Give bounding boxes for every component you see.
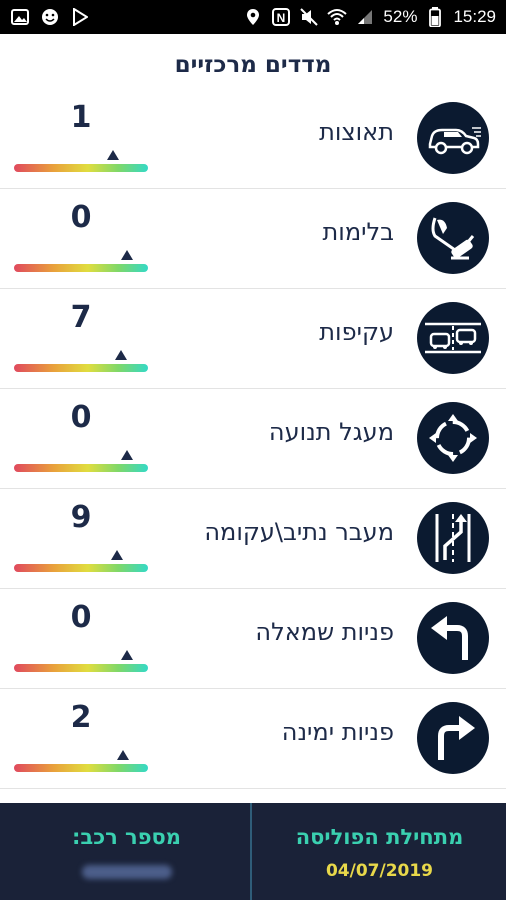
- svg-text:N: N: [277, 11, 286, 25]
- gauge-pointer: [120, 450, 133, 460]
- gauge-pointer: [116, 750, 129, 760]
- turn-right-icon: [417, 702, 489, 774]
- battery-percent: 52%: [383, 7, 418, 26]
- metric-row-lane-change[interactable]: מעבר נתיב\עקומה 9: [0, 488, 506, 589]
- signal-icon: [355, 7, 375, 27]
- metric-row-acceleration[interactable]: תאוצות 1: [0, 88, 506, 189]
- gauge-pointer: [111, 550, 124, 560]
- metric-gauge: [14, 464, 148, 472]
- metric-label: תאוצות: [319, 118, 394, 146]
- metric-value: 7: [70, 300, 92, 335]
- metric-label: מעגל תנועה: [268, 418, 394, 446]
- metric-label: בלימות: [322, 218, 395, 246]
- metric-value: 2: [70, 700, 92, 735]
- metric-value: 0: [70, 200, 92, 235]
- clock: 15:29: [453, 7, 496, 26]
- vehicle-number-value-blurred: [0, 861, 253, 884]
- metric-gauge: [14, 264, 148, 272]
- metric-value: 1: [70, 100, 92, 135]
- metric-value: 9: [70, 500, 92, 535]
- battery-icon: [425, 7, 445, 27]
- gauge-pointer: [120, 250, 133, 260]
- metric-gauge: [14, 664, 148, 672]
- metric-row-left-turns[interactable]: פניות שמאלה 0: [0, 588, 506, 689]
- overtaking-cars-icon: [417, 302, 489, 374]
- nfc-icon: N: [271, 7, 291, 27]
- metric-row-overtaking[interactable]: עקיפות 7: [0, 288, 506, 389]
- metric-gauge: [14, 364, 148, 372]
- roundabout-icon: [417, 402, 489, 474]
- smiley-icon: [40, 7, 60, 27]
- policy-start-panel: מתחילת הפוליסה 04/07/2019: [253, 803, 506, 900]
- metric-row-right-turns[interactable]: פניות ימינה 2: [0, 688, 506, 789]
- turn-left-icon: [417, 602, 489, 674]
- policy-start-label: מתחילת הפוליסה: [295, 825, 464, 849]
- gallery-icon: [10, 7, 30, 27]
- gauge-pointer: [115, 350, 128, 360]
- wifi-icon: [327, 7, 348, 27]
- metric-gauge: [14, 164, 148, 172]
- mute-icon: [299, 7, 319, 27]
- status-bar: N 52% 15:29: [0, 0, 506, 34]
- footer-divider: [250, 803, 252, 900]
- gauge-pointer: [120, 650, 133, 660]
- metric-label: פניות ימינה: [281, 718, 394, 746]
- footer-bar: מספר רכב: מתחילת הפוליסה 04/07/2019: [0, 803, 506, 900]
- metric-label: פניות שמאלה: [255, 618, 394, 646]
- location-icon: [243, 7, 263, 27]
- gauge-pointer: [107, 150, 120, 160]
- play-store-icon: [70, 7, 90, 27]
- metric-gauge: [14, 764, 148, 772]
- page-title: מדדים מרכזיים: [174, 52, 332, 78]
- metric-value: 0: [70, 600, 92, 635]
- metric-gauge: [14, 564, 148, 572]
- vehicle-number-label: מספר רכב:: [72, 825, 181, 849]
- car-acceleration-icon: [417, 102, 489, 174]
- metric-label: מעבר נתיב\עקומה: [204, 518, 394, 546]
- policy-start-date: 04/07/2019: [325, 861, 434, 881]
- lane-change-icon: [417, 502, 489, 574]
- metric-row-braking[interactable]: בלימות 0: [0, 188, 506, 289]
- brake-pedal-icon: [417, 202, 489, 274]
- vehicle-number-panel: מספר רכב:: [0, 803, 253, 900]
- metric-value: 0: [70, 400, 92, 435]
- metric-row-roundabout[interactable]: מעגל תנועה 0: [0, 388, 506, 489]
- metric-label: עקיפות: [319, 318, 394, 346]
